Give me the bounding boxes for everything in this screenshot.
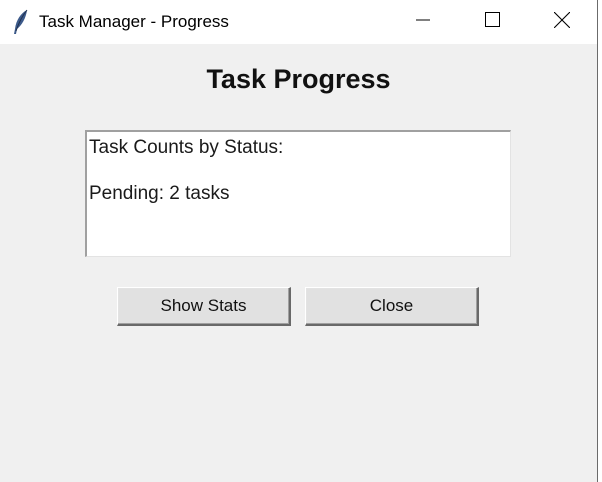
minimize-icon xyxy=(416,13,430,32)
close-window-button[interactable] xyxy=(527,0,597,44)
app-window: Task Manager - Progress Task Progress Ta… xyxy=(0,0,598,482)
title-bar[interactable]: Task Manager - Progress xyxy=(0,0,597,44)
stats-text-area[interactable]: Task Counts by Status: Pending: 2 tasks xyxy=(85,130,511,257)
close-icon xyxy=(553,11,571,33)
minimize-button[interactable] xyxy=(388,0,458,44)
page-title: Task Progress xyxy=(206,64,391,94)
stats-line-blank xyxy=(89,159,508,182)
feather-icon xyxy=(12,9,30,35)
window-title: Task Manager - Progress xyxy=(39,12,229,31)
maximize-icon xyxy=(484,12,500,32)
close-button[interactable]: Close xyxy=(305,287,479,326)
stats-line-pending: Pending: 2 tasks xyxy=(89,183,230,204)
stats-line-header: Task Counts by Status: xyxy=(89,137,284,158)
show-stats-button[interactable]: Show Stats xyxy=(117,287,291,326)
maximize-button[interactable] xyxy=(457,0,527,44)
